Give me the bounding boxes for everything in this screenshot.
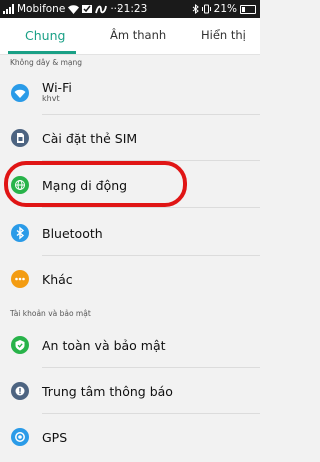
settings-item-label: Mạng di động <box>42 178 128 193</box>
divider <box>42 160 260 161</box>
settings-item-label: Wi-Fi <box>42 80 72 95</box>
divider <box>42 413 260 414</box>
settings-item-label: An toàn và bảo mật <box>42 338 166 353</box>
settings-item-label: Khác <box>42 272 73 287</box>
app-icon <box>95 5 108 14</box>
settings-item-label: Trung tâm thông báo <box>42 384 173 399</box>
notification-icon <box>11 382 29 400</box>
bluetooth-icon <box>11 224 29 242</box>
shield-icon <box>11 336 29 354</box>
settings-item-mobile-network[interactable]: Mạng di động <box>0 163 260 208</box>
signal-icon <box>3 4 14 14</box>
section-header-account: Tài khoản và bảo mật <box>10 309 91 318</box>
settings-item-wifi[interactable]: Wi-Fi khvt <box>0 71 260 115</box>
divider <box>42 114 260 115</box>
divider <box>42 367 260 368</box>
settings-item-security[interactable]: An toàn và bảo mật <box>0 323 260 368</box>
battery-icon <box>240 4 256 14</box>
settings-item-sim[interactable]: Cài đặt thẻ SIM <box>0 116 260 161</box>
tab-chung[interactable]: Chung <box>25 28 65 43</box>
settings-item-bluetooth[interactable]: Bluetooth <box>0 211 260 256</box>
battery-percent: 21% <box>213 3 237 15</box>
wifi-network-name: khvt <box>42 94 60 103</box>
vibrate-icon <box>201 4 211 14</box>
tab-hien-thi[interactable]: Hiển thị <box>201 28 246 42</box>
tab-bar: Chung Âm thanh Hiển thị <box>0 18 260 55</box>
clock: 21:23 <box>117 3 148 15</box>
divider <box>42 255 260 256</box>
message-icon <box>82 4 93 14</box>
tab-am-thanh[interactable]: Âm thanh <box>110 28 166 42</box>
settings-item-other[interactable]: Khác <box>0 257 260 301</box>
active-tab-indicator <box>8 51 76 54</box>
wifi-icon <box>11 84 29 102</box>
more-icon <box>11 270 29 288</box>
settings-item-label: Bluetooth <box>42 226 103 241</box>
status-bar: Mobifone ··· 21:23 21% <box>0 0 260 18</box>
wifi-status-icon <box>68 4 80 14</box>
globe-icon <box>11 176 29 194</box>
settings-item-gps[interactable]: GPS <box>0 415 260 459</box>
settings-item-label: Cài đặt thẻ SIM <box>42 131 138 146</box>
carrier-name: Mobifone <box>17 3 66 15</box>
sim-card-icon <box>11 129 29 147</box>
settings-item-label: GPS <box>42 430 68 445</box>
bluetooth-status-icon <box>192 4 199 14</box>
settings-item-notification-center[interactable]: Trung tâm thông báo <box>0 369 260 414</box>
section-header-wireless: Không dây & mạng <box>10 58 82 67</box>
divider <box>42 207 260 208</box>
location-icon <box>11 428 29 446</box>
